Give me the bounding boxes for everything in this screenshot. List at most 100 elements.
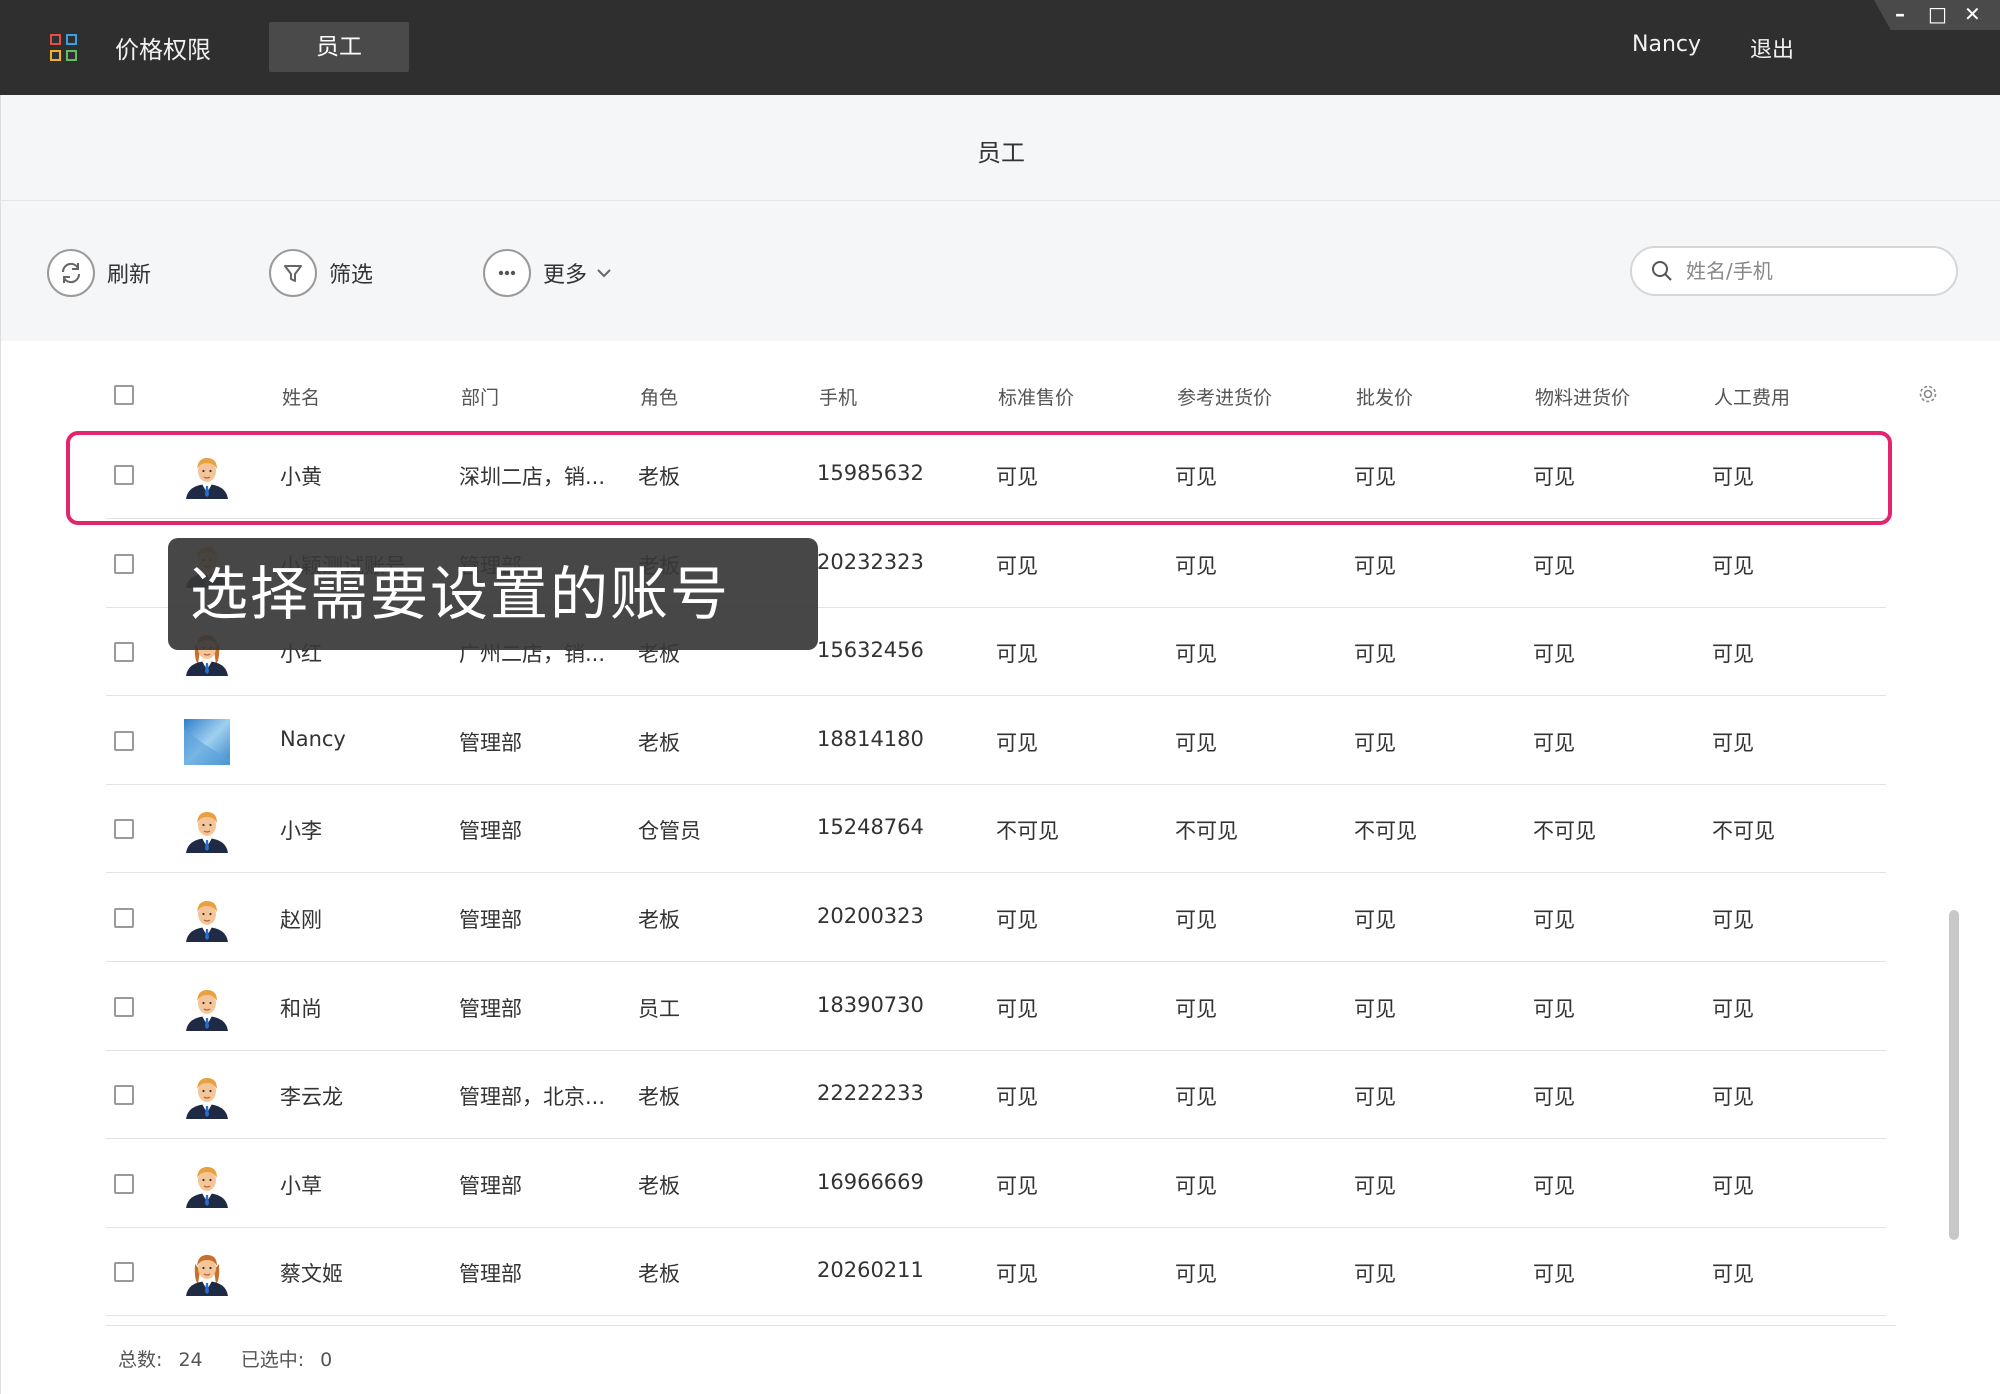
- cell-phone: 18814180: [817, 726, 924, 751]
- row-checkbox[interactable]: [114, 908, 134, 928]
- cell-v3: 不可见: [1354, 819, 1417, 844]
- cell-phone: 18390730: [817, 992, 924, 1017]
- cell-v1: 可见: [996, 642, 1038, 667]
- cell-role: 老板: [638, 908, 680, 932]
- table-row[interactable]: 和尚 管理部 员工 18390730 可见 可见 可见 可见 可见: [106, 963, 1886, 1051]
- table-row[interactable]: 蔡文姬 管理部 老板 20260211 可见 可见 可见 可见 可见: [106, 1228, 1886, 1317]
- cell-dept: 管理部: [459, 996, 522, 1021]
- avatar: [184, 718, 230, 765]
- vertical-scrollbar[interactable]: [1949, 910, 1959, 1240]
- cell-v5: 可见: [1712, 908, 1754, 932]
- cell-v4: 可见: [1533, 1173, 1575, 1198]
- table-row[interactable]: Nancy 管理部 老板 18814180 可见 可见 可见 可见 可见: [106, 697, 1886, 785]
- cell-v3: 可见: [1354, 1262, 1396, 1287]
- close-icon[interactable]: ✕: [1964, 2, 1981, 26]
- current-user[interactable]: Nancy: [1632, 32, 1701, 57]
- row-checkbox[interactable]: [114, 1173, 134, 1194]
- cell-v2: 可见: [1175, 553, 1217, 578]
- col-wholesale-price[interactable]: 批发价: [1356, 383, 1413, 410]
- cell-v2: 可见: [1175, 1262, 1217, 1287]
- table-row[interactable]: 小李 管理部 仓管员 15248764 不可见 不可见 不可见 不可见 不可见: [106, 785, 1886, 874]
- cell-v4: 可见: [1533, 1085, 1575, 1110]
- total-label: 总数:: [118, 1349, 163, 1371]
- filter-button[interactable]: 筛选: [269, 248, 373, 298]
- cell-role: 员工: [638, 996, 680, 1021]
- search-box[interactable]: [1630, 246, 1958, 296]
- col-ref-purchase-price[interactable]: 参考进货价: [1177, 383, 1272, 410]
- cell-v3: 可见: [1354, 1085, 1396, 1110]
- cell-v3: 可见: [1354, 996, 1396, 1021]
- row-checkbox[interactable]: [114, 553, 134, 574]
- row-checkbox[interactable]: [114, 1262, 134, 1283]
- table-row[interactable]: 赵刚 管理部 老板 20200323 可见 可见 可见 可见 可见: [106, 874, 1886, 962]
- cell-phone: 20232323: [817, 549, 924, 574]
- more-button[interactable]: 更多: [483, 248, 613, 298]
- cell-phone: 16966669: [817, 1169, 924, 1194]
- row-checkbox[interactable]: [114, 730, 134, 751]
- cell-v3: 可见: [1354, 730, 1396, 755]
- col-name[interactable]: 姓名: [282, 383, 320, 410]
- cell-dept: 管理部: [459, 1262, 522, 1287]
- refresh-label: 刷新: [107, 263, 152, 288]
- logout-button[interactable]: 退出: [1750, 32, 1794, 64]
- col-role[interactable]: 角色: [640, 383, 678, 410]
- cell-name: 小李: [280, 819, 322, 844]
- cell-v1: 可见: [996, 1173, 1038, 1198]
- chevron-down-icon: [597, 269, 611, 278]
- cell-v2: 可见: [1175, 996, 1217, 1021]
- table-row[interactable]: 小草 管理部 老板 16966669 可见 可见 可见 可见 可见: [106, 1140, 1886, 1228]
- cell-v3: 可见: [1354, 642, 1396, 667]
- col-labor-cost[interactable]: 人工费用: [1714, 383, 1790, 410]
- cell-v2: 可见: [1175, 1085, 1217, 1110]
- col-std-price[interactable]: 标准售价: [998, 383, 1074, 410]
- tab-employees[interactable]: 员工: [269, 22, 409, 72]
- table-row[interactable]: 李云龙 管理部，北京... 老板 22222233 可见 可见 可见 可见 可见: [106, 1051, 1886, 1140]
- cell-v1: 不可见: [996, 819, 1059, 844]
- avatar: [184, 1162, 230, 1208]
- avatar: [184, 1073, 230, 1120]
- cell-dept: 管理部: [459, 730, 522, 755]
- cell-phone: 20260211: [817, 1258, 924, 1283]
- minimize-icon[interactable]: –: [1895, 2, 1905, 26]
- more-label: 更多: [543, 263, 588, 288]
- avatar: [184, 985, 230, 1031]
- cell-v5: 可见: [1712, 1262, 1754, 1287]
- cell-role: 老板: [638, 1085, 680, 1110]
- row-checkbox[interactable]: [114, 1085, 134, 1106]
- column-settings-gear-icon[interactable]: [1917, 383, 1939, 405]
- cell-v4: 可见: [1533, 642, 1575, 667]
- cell-v1: 可见: [996, 1262, 1038, 1287]
- search-input[interactable]: [1686, 259, 1926, 283]
- cell-role: 老板: [638, 730, 680, 755]
- row-checkbox[interactable]: [114, 642, 134, 663]
- cell-phone: 15248764: [817, 815, 924, 840]
- cell-name: 李云龙: [280, 1085, 343, 1110]
- cell-v3: 可见: [1354, 553, 1396, 578]
- selected-row-highlight: [66, 431, 1892, 525]
- cell-v3: 可见: [1354, 908, 1396, 932]
- cell-v2: 可见: [1175, 642, 1217, 667]
- col-dept[interactable]: 部门: [461, 383, 499, 410]
- row-checkbox[interactable]: [114, 996, 134, 1017]
- cell-dept: 管理部: [459, 1173, 522, 1198]
- row-checkbox[interactable]: [114, 819, 134, 840]
- refresh-button[interactable]: 刷新: [47, 248, 151, 298]
- cell-v3: 可见: [1354, 1173, 1396, 1198]
- maximize-icon[interactable]: □: [1928, 2, 1947, 26]
- cell-v5: 不可见: [1712, 819, 1775, 844]
- col-phone[interactable]: 手机: [819, 383, 857, 410]
- app-grid-icon[interactable]: [50, 34, 78, 62]
- cell-v2: 可见: [1175, 730, 1217, 755]
- selected-label: 已选中:: [240, 1349, 305, 1371]
- col-material-price[interactable]: 物料进货价: [1535, 383, 1630, 410]
- cell-dept: 管理部，北京...: [459, 1085, 606, 1110]
- cell-role: 老板: [638, 1173, 680, 1198]
- filter-label: 筛选: [329, 263, 374, 288]
- cell-v2: 可见: [1175, 908, 1217, 932]
- select-all-checkbox[interactable]: [114, 385, 134, 405]
- cell-v5: 可见: [1712, 996, 1754, 1021]
- cell-v1: 可见: [996, 1085, 1038, 1110]
- avatar: [184, 1250, 230, 1297]
- cell-v5: 可见: [1712, 730, 1754, 755]
- cell-name: 赵刚: [280, 908, 322, 932]
